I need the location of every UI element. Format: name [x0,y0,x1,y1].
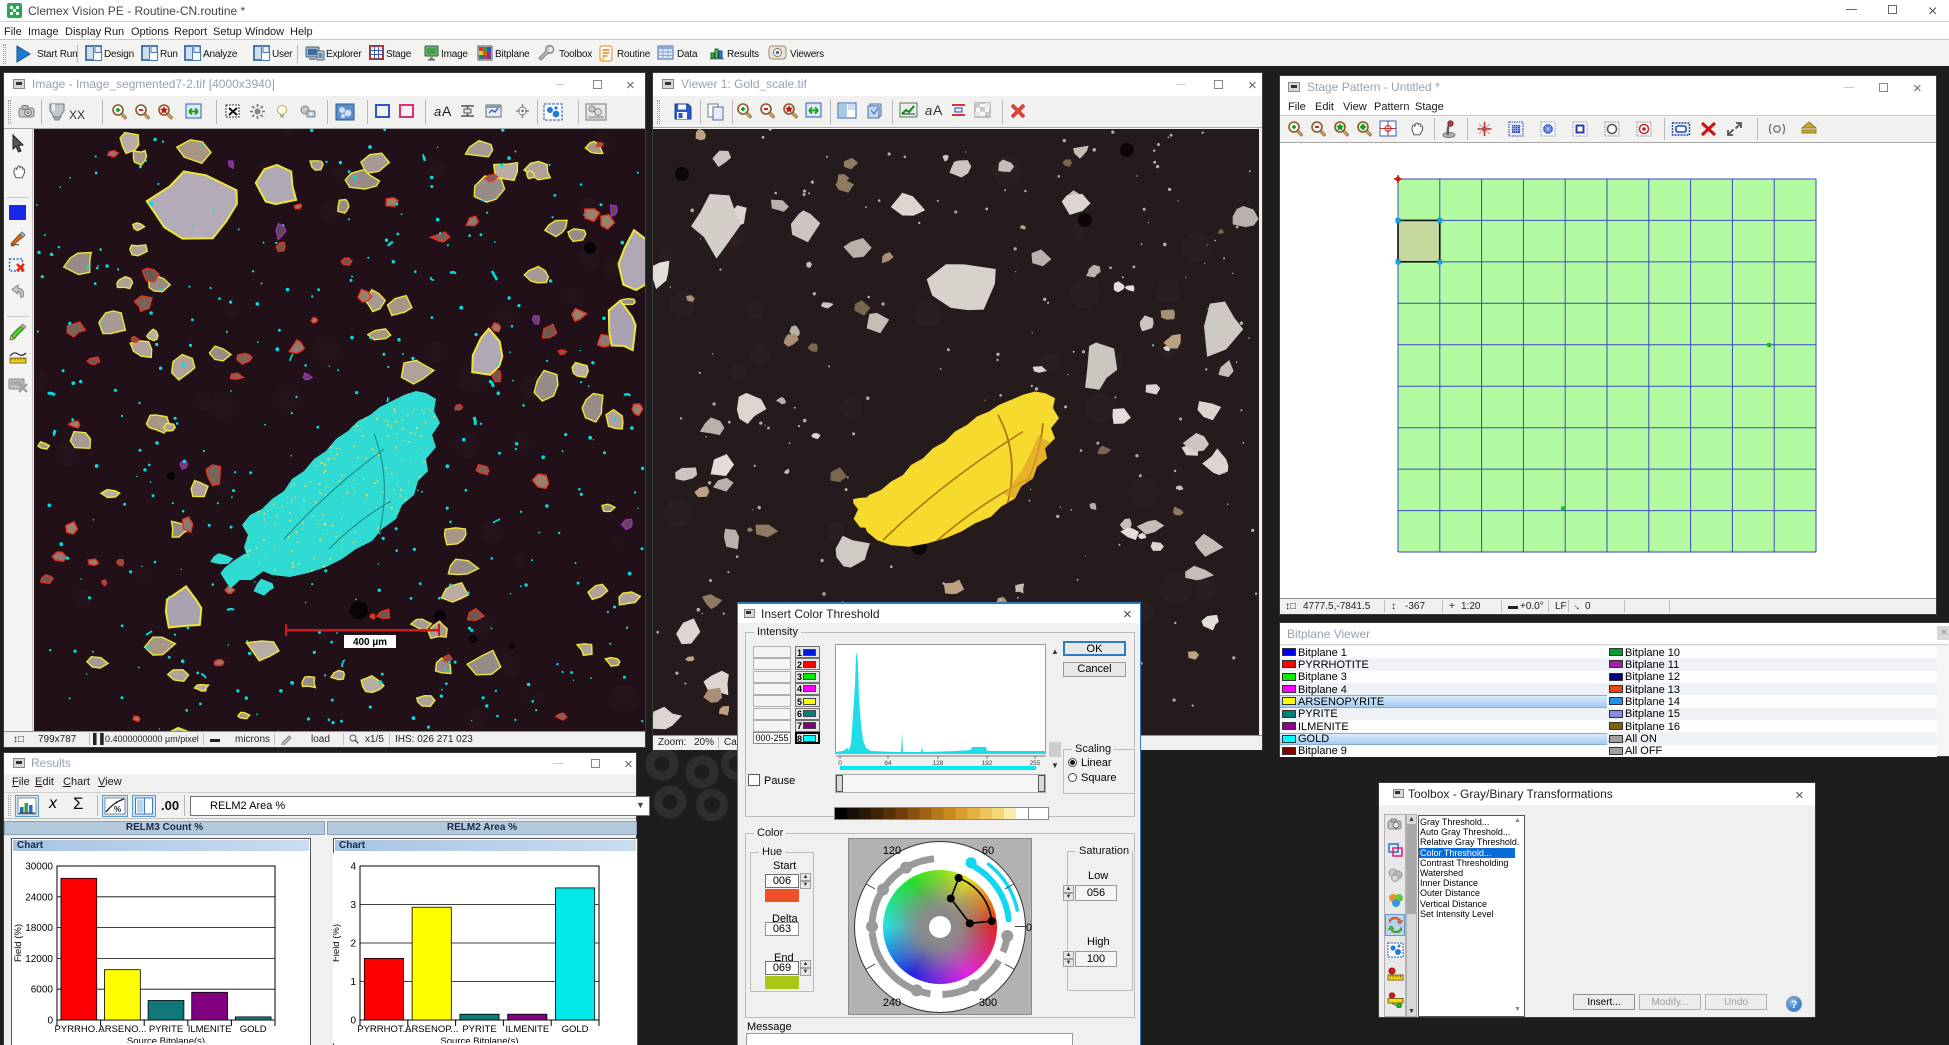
svg-text:120: 120 [883,845,901,857]
svg-text:PYRITE: PYRITE [462,1024,496,1035]
svg-text:GOLD: GOLD [562,1024,589,1035]
svg-text:ILMENITE: ILMENITE [505,1024,549,1035]
svg-text:30000: 30000 [25,862,53,873]
svg-text:PYRRHOT...: PYRRHOT... [357,1024,410,1035]
svg-text:ILMENITE: ILMENITE [188,1024,232,1035]
svg-text:ARSENOP...: ARSENOP... [405,1024,458,1035]
svg-text:240: 240 [883,997,901,1009]
svg-text:6000: 6000 [31,985,54,996]
svg-text:Field (%): Field (%) [333,924,342,962]
svg-text:24000: 24000 [25,892,53,903]
svg-text:ARSENO...: ARSENO... [98,1024,146,1035]
svg-text:0: 0 [47,1016,53,1027]
svg-text:Source Bitplane(s): Source Bitplane(s) [440,1036,518,1043]
svg-text:a: a [434,104,441,119]
svg-text:A: A [933,102,943,118]
svg-text:PYRRHO...: PYRRHO... [55,1024,104,1035]
svg-text:60: 60 [982,845,994,857]
svg-text:1: 1 [350,977,356,988]
svg-text:Field (%): Field (%) [13,924,24,962]
svg-text:300: 300 [979,997,997,1009]
svg-text:3: 3 [350,900,356,911]
svg-text:GOLD: GOLD [240,1024,267,1035]
svg-text:%: % [114,805,121,814]
svg-text:12000: 12000 [25,954,53,965]
svg-text:PYRITE: PYRITE [149,1024,183,1035]
svg-text:400 µm: 400 µm [353,637,387,648]
svg-text:2: 2 [350,939,356,950]
svg-text:0: 0 [1026,922,1032,934]
svg-text:a: a [925,103,932,118]
svg-text:A: A [442,103,452,119]
svg-text:18000: 18000 [25,923,53,934]
svg-text:4: 4 [350,862,356,873]
svg-text:0: 0 [350,1016,356,1027]
svg-text:Source Bitplane(s): Source Bitplane(s) [127,1036,205,1043]
